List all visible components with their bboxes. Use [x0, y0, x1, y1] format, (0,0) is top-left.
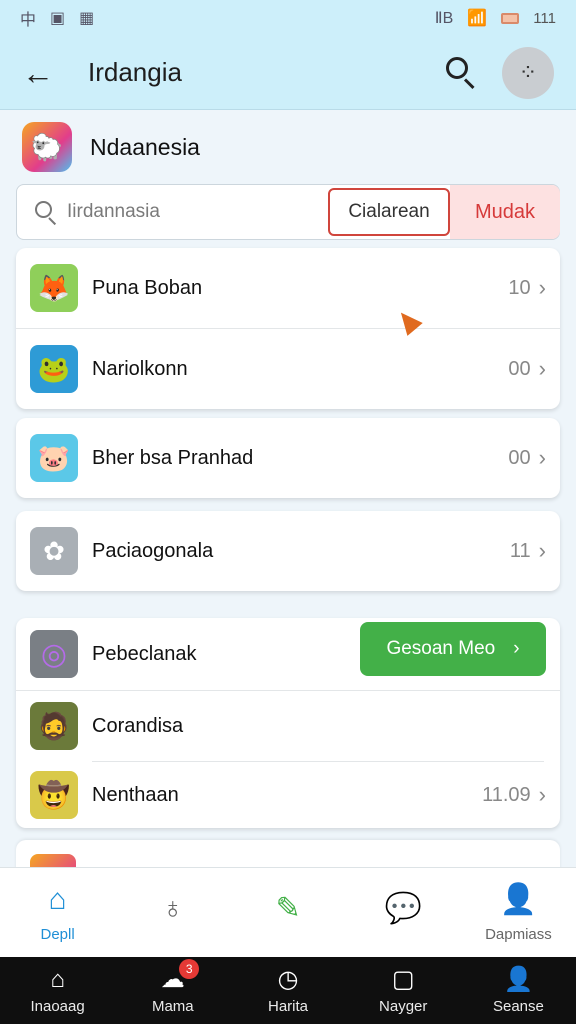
back-arrow-icon[interactable]: ← — [22, 57, 62, 89]
list-item-count: 00 — [508, 446, 531, 469]
list-card-4: ◎ Pebeclanak Gesoan Meo › 🧔 Corandisa 🤠 … — [16, 618, 560, 828]
list-item[interactable]: 🦊 Puna Boban 10 › — [16, 248, 560, 328]
nav-label: Dapmiass — [485, 926, 552, 943]
list-item[interactable]: 🤠 Nenthaan 11.09 › — [16, 762, 560, 828]
status-left: 中 ▣ ▦ — [20, 6, 94, 30]
list-item[interactable]: 🧔 Corandisa — [16, 691, 560, 761]
list-item-label: Nariolkonn — [92, 357, 188, 380]
list-item[interactable]: 🐸 Nariolkonn 00 › — [16, 329, 560, 409]
list-item-label: Paciaogonala — [92, 539, 214, 562]
search-input[interactable] — [67, 201, 307, 223]
chevron-right-icon: › — [538, 356, 546, 381]
frog-icon: 🐸 — [30, 345, 78, 393]
filter-pill-active[interactable]: Cialarean — [328, 188, 450, 236]
avatar: 🤠 — [30, 771, 78, 819]
chevron-right-icon: › — [538, 538, 546, 563]
sys-nav-seanse[interactable]: 👤 Seanse — [461, 957, 576, 1024]
list-card-2: 🐷 Bher bsa Pranhad 00 › — [16, 418, 560, 498]
app-bar: ← Irdangia ⁘ — [0, 36, 576, 110]
list-item-count: 00 — [508, 357, 531, 380]
sys-nav-nayger[interactable]: ▢ Nayger — [346, 957, 461, 1024]
primary-action-button[interactable]: Gesoan Meo › — [360, 622, 546, 676]
chevron-right-icon: › — [538, 782, 546, 807]
list-card-3: ✿ Paciaogonala 11 › — [16, 511, 560, 591]
sys-nav-home[interactable]: ⌂ Inaoaag — [0, 957, 115, 1024]
sys-nav-label: Nayger — [379, 998, 428, 1015]
chevron-right-icon: › — [538, 275, 546, 300]
flower-icon: ✿ — [30, 527, 78, 575]
list-item-count: 11 — [509, 539, 531, 562]
search-button[interactable] — [442, 53, 482, 93]
list-card-1: 🦊 Puna Boban 10 › 🐸 Nariolkonn 00 › — [16, 248, 560, 409]
profile-icon: 👤 — [499, 883, 538, 916]
bottom-nav: ⌂ Depll ♁ ✎ 💬 👤 Dapmiass — [0, 867, 576, 957]
section-header: 🐑 Ndaanesia — [22, 122, 200, 172]
nav-label: Depll — [40, 926, 75, 943]
list-item-label: Puna Boban — [92, 276, 203, 299]
search-lens — [35, 201, 52, 218]
list-item[interactable]: ✿ Paciaogonala 11 › — [16, 511, 560, 591]
fox-icon: 🦊 — [30, 264, 78, 312]
square-icon: ▢ — [391, 966, 415, 993]
network-icon: ⅡB — [434, 10, 454, 27]
search-bar: Cialarean Mudak — [16, 184, 560, 240]
pig-icon: 🐷 — [30, 434, 78, 482]
chevron-right-icon: › — [538, 445, 546, 470]
status-time: 111 — [533, 9, 556, 27]
search-icon — [33, 199, 59, 226]
sys-nav-harita[interactable]: ◷ Harita — [230, 957, 345, 1024]
filter-pill-secondary[interactable]: Mudak — [450, 185, 560, 239]
nav-item-profile[interactable]: 👤 Dapmiass — [461, 868, 576, 957]
sys-nav-label: Inaoaag — [30, 998, 85, 1015]
system-nav: ⌂ Inaoaag ☁ 3 Mama ◷ Harita ▢ Nayger 👤 S… — [0, 957, 576, 1024]
status-right: ⅡB 📶 111 — [435, 8, 556, 28]
section-title: Ndaanesia — [90, 133, 200, 160]
note-edit-icon: ✎ — [275, 891, 301, 925]
person-outline-icon: ♁ — [161, 891, 185, 925]
notification-badge: 3 — [179, 959, 200, 979]
chat-bubble-icon: 💬 — [384, 891, 422, 925]
status-bar: 中 ▣ ▦ ⅡB 📶 111 — [0, 0, 576, 36]
avatar: 🧔 — [30, 702, 78, 750]
search-handle — [48, 217, 57, 226]
chevron-right-icon: › — [513, 638, 520, 659]
battery-icon — [501, 12, 520, 24]
search-icon — [446, 56, 468, 79]
sys-nav-label: Seanse — [492, 998, 544, 1015]
photo-icon: ▣ — [50, 10, 66, 27]
nav-item-chat[interactable]: 💬 — [346, 868, 461, 957]
sheep-icon: 🐑 — [22, 122, 72, 172]
nav-item-contacts[interactable]: ♁ — [115, 868, 230, 957]
clock-icon: ◷ — [277, 966, 299, 993]
ring-icon: ◎ — [30, 630, 78, 678]
gallery-icon: ▦ — [79, 10, 95, 27]
primary-action-label: Gesoan Meo — [386, 638, 496, 659]
list-item-count: 10 — [508, 276, 531, 299]
search-icon-handle — [463, 77, 475, 89]
person-icon: 👤 — [503, 966, 534, 993]
nav-item-home[interactable]: ⌂ Depll — [0, 868, 115, 957]
sys-nav-label: Harita — [268, 998, 309, 1015]
signal-icon: 📶 — [467, 10, 488, 27]
nav-item-notes[interactable]: ✎ — [230, 868, 345, 957]
list-item[interactable]: ◎ Pebeclanak Gesoan Meo › — [16, 618, 560, 690]
page-title: Irdangia — [88, 57, 182, 87]
list-item-label: Corandisa — [92, 714, 184, 737]
chinese-char-icon: 中 — [20, 12, 37, 29]
list-item-count: 11.09 — [482, 783, 531, 806]
more-options-button[interactable]: ⁘ — [502, 46, 554, 99]
sys-nav-mama[interactable]: ☁ 3 Mama — [115, 957, 230, 1024]
list-item[interactable]: 🐷 Bher bsa Pranhad 00 › — [16, 418, 560, 498]
home-icon: ⌂ — [48, 883, 67, 916]
list-item-label: Bher bsa Pranhad — [92, 446, 254, 469]
home-icon: ⌂ — [50, 966, 65, 993]
list-item-label: Nenthaan — [92, 783, 179, 806]
sys-nav-label: Mama — [151, 998, 194, 1015]
